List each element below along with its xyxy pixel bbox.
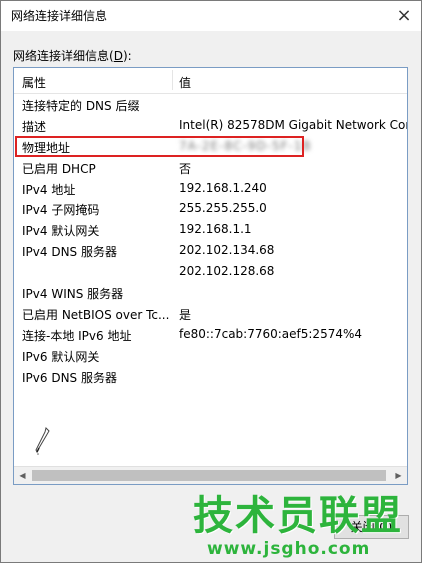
list-row[interactable]: 连接特定的 DNS 后缀 bbox=[14, 94, 407, 115]
header-value[interactable]: 值 bbox=[179, 74, 191, 91]
list-row[interactable]: 描述 Intel(R) 82578DM Gigabit Network Conn bbox=[14, 115, 407, 136]
scrollbar-thumb[interactable] bbox=[32, 470, 386, 481]
details-label-suffix: ): bbox=[122, 49, 132, 63]
list-header: 属性 值 bbox=[14, 68, 407, 94]
list-row[interactable]: IPv4 子网掩码 255.255.255.0 bbox=[14, 198, 407, 219]
watermark-url: www.jsgho.com bbox=[207, 539, 371, 559]
list-row[interactable]: IPv4 DNS 服务器 202.102.134.68 bbox=[14, 240, 407, 261]
details-list[interactable]: 属性 值 连接特定的 DNS 后缀 描述 Intel(R) 82578DM Gig… bbox=[13, 67, 408, 485]
pen-cursor-icon bbox=[35, 427, 50, 455]
list-row[interactable]: 已启用 NetBIOS over Tc... 是 bbox=[14, 303, 407, 324]
row-property: IPv4 默认网关 bbox=[22, 224, 100, 239]
list-row[interactable]: IPv6 DNS 服务器 bbox=[14, 366, 407, 387]
list-row[interactable]: IPv4 默认网关 192.168.1.1 bbox=[14, 219, 407, 240]
row-value: Intel(R) 82578DM Gigabit Network Conn bbox=[179, 117, 408, 132]
row-property: 连接-本地 IPv6 地址 bbox=[22, 328, 132, 343]
row-property: 已启用 NetBIOS over Tc... bbox=[22, 307, 170, 322]
row-property: IPv6 默认网关 bbox=[22, 349, 100, 364]
row-value: 202.102.134.68 bbox=[179, 243, 275, 258]
scroll-left-icon[interactable]: ◀ bbox=[14, 467, 31, 484]
row-property: 连接特定的 DNS 后缀 bbox=[22, 99, 140, 113]
row-property: IPv4 子网掩码 bbox=[22, 203, 100, 218]
row-value: 否 bbox=[179, 161, 192, 176]
row-property: IPv6 DNS 服务器 bbox=[22, 370, 117, 385]
scroll-right-icon[interactable]: ▶ bbox=[390, 467, 407, 484]
list-row[interactable]: IPv4 地址 192.168.1.240 bbox=[14, 178, 407, 199]
close-icon[interactable]: × bbox=[389, 2, 419, 30]
list-row[interactable]: IPv4 WINS 服务器 bbox=[14, 282, 407, 303]
mac-address-highlight-box bbox=[15, 136, 304, 157]
details-group-label: 网络连接详细信息(D): bbox=[13, 47, 132, 64]
details-label-accel: D bbox=[113, 49, 123, 63]
row-property: IPv4 WINS 服务器 bbox=[22, 287, 124, 302]
horizontal-scrollbar[interactable]: ◀ ▶ bbox=[14, 466, 407, 484]
column-divider[interactable] bbox=[172, 70, 173, 90]
window-title: 网络连接详细信息 bbox=[11, 9, 108, 23]
list-row[interactable]: IPv6 默认网关 bbox=[14, 345, 407, 366]
list-row[interactable]: 连接-本地 IPv6 地址 fe80::7cab:7760:aef5:2574%4 bbox=[14, 324, 407, 345]
row-value: fe80::7cab:7760:aef5:2574%4 bbox=[179, 326, 363, 341]
list-row[interactable]: 202.102.128.68 bbox=[14, 261, 407, 282]
row-property: 描述 bbox=[22, 119, 47, 134]
details-label-prefix: 网络连接详细信息( bbox=[13, 49, 114, 63]
row-property: IPv4 地址 bbox=[22, 182, 76, 197]
row-value: 192.168.1.1 bbox=[179, 222, 252, 237]
title-bar: 网络连接详细信息 × bbox=[1, 1, 421, 31]
row-property: IPv4 DNS 服务器 bbox=[22, 245, 117, 260]
row-value: 255.255.255.0 bbox=[179, 201, 267, 216]
row-value: 192.168.1.240 bbox=[179, 180, 267, 195]
network-details-dialog: 网络连接详细信息 × 网络连接详细信息(D): 属性 值 连接特定的 DNS 后… bbox=[0, 0, 422, 563]
header-property[interactable]: 属性 bbox=[22, 74, 46, 91]
watermark-logo: 技术员联盟 bbox=[193, 493, 403, 539]
row-value: 是 bbox=[179, 307, 192, 322]
row-value: 202.102.128.68 bbox=[179, 264, 275, 279]
list-row[interactable]: 已启用 DHCP 否 bbox=[14, 157, 407, 178]
row-property: 已启用 DHCP bbox=[22, 161, 96, 176]
